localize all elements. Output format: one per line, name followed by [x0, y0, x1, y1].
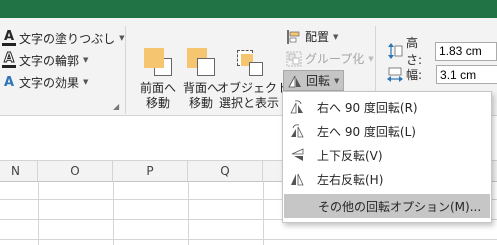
send-backward-icon	[185, 48, 217, 78]
group-divider	[125, 26, 126, 114]
align-icon	[286, 29, 302, 45]
rotate-left-90-icon	[289, 123, 305, 139]
rotate-right-90-icon	[289, 99, 305, 115]
menu-item-rotate-right[interactable]: 右へ 90 度回転(R)	[283, 95, 491, 119]
chevron-down-icon: ▼	[83, 78, 89, 86]
chevron-down-icon: ▼	[83, 56, 89, 64]
text-effects-icon: A	[3, 74, 15, 90]
more-rotation-options-label: その他の回転オプション(M)...	[318, 199, 482, 214]
selection-pane-icon	[233, 48, 265, 78]
column-header-q[interactable]: Q	[188, 161, 263, 181]
text-outline-label: 文字の輪郭	[19, 53, 80, 68]
column-header-p[interactable]: P	[113, 161, 188, 181]
align-label: 配置	[305, 30, 330, 44]
text-effects-label: 文字の効果	[19, 75, 80, 90]
menu-item-flip-vertical[interactable]: 上下反転(V)	[283, 143, 491, 167]
shape-height-row: 高さ:	[387, 34, 497, 68]
rotate-label: 回転	[306, 74, 331, 88]
text-effects-button[interactable]: A 文字の効果 ▼	[2, 72, 88, 92]
rotate-button[interactable]: 回転 ▼	[283, 70, 345, 91]
width-label: 幅:	[406, 68, 423, 82]
selection-pane-label-1: オブジェクトの	[217, 81, 302, 95]
menu-item-rotate-left[interactable]: 左へ 90 度回転(L)	[283, 119, 491, 143]
rotate-menu: 右へ 90 度回転(R) 左へ 90 度回転(L) 上下反転(V) 左右反転(H…	[282, 91, 492, 223]
flip-horizontal-icon	[289, 171, 305, 187]
group-icon	[286, 51, 302, 67]
group-label: グループ化	[305, 52, 365, 66]
rotate-right-label: 右へ 90 度回転(R)	[317, 100, 418, 115]
height-label: 高さ:	[406, 36, 423, 67]
menu-item-flip-horizontal[interactable]: 左右反転(H)	[283, 167, 491, 191]
flip-horizontal-label: 左右反転(H)	[317, 172, 384, 187]
rotate-left-label: 左へ 90 度回転(L)	[317, 124, 416, 139]
column-header-o[interactable]: O	[38, 161, 113, 181]
height-icon	[387, 43, 403, 59]
align-button[interactable]: 配置 ▼	[286, 28, 338, 45]
height-input[interactable]	[435, 41, 497, 61]
bring-forward-icon	[142, 48, 174, 78]
text-outline-icon: A	[2, 50, 16, 68]
shape-width-row: 幅:	[387, 65, 497, 84]
text-fill-icon: A	[2, 28, 16, 46]
text-fill-label: 文字の塗りつぶし	[19, 31, 116, 46]
width-input[interactable]	[436, 65, 497, 84]
flip-vertical-label: 上下反転(V)	[317, 148, 383, 163]
text-outline-button[interactable]: A 文字の輪郭 ▼	[2, 50, 88, 70]
chevron-down-icon: ▼	[334, 76, 340, 85]
menu-item-more-rotation-options[interactable]: その他の回転オプション(M)...	[284, 194, 490, 218]
selection-pane-label-2: 選択と表示	[218, 96, 279, 110]
flip-vertical-icon	[289, 147, 305, 163]
chevron-down-icon: ▼	[368, 54, 374, 63]
text-fill-button[interactable]: A 文字の塗りつぶし ▼	[2, 28, 125, 48]
column-header-n[interactable]: N	[0, 161, 38, 181]
width-icon	[387, 67, 403, 83]
chevron-down-icon: ▼	[333, 32, 339, 41]
rotate-icon	[287, 73, 303, 89]
selection-pane-button[interactable]: オブジェクトの 選択と表示	[217, 48, 302, 111]
dialog-launcher-icon[interactable]: ◢	[113, 102, 119, 111]
group-button[interactable]: グループ化 ▼	[286, 50, 374, 67]
title-bar	[0, 0, 497, 18]
chevron-down-icon: ▼	[119, 34, 125, 42]
